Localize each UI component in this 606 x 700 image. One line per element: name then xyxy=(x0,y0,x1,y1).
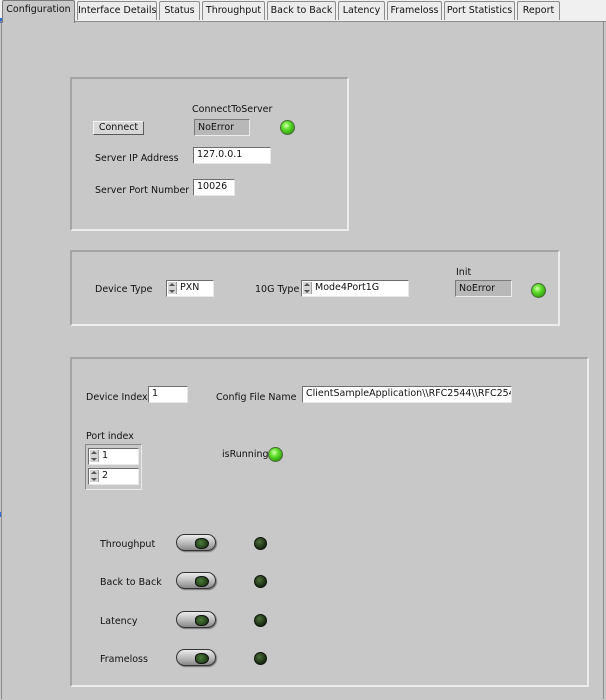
device-type-spinner-icon[interactable] xyxy=(168,282,177,294)
port-index-spinner-icon[interactable] xyxy=(90,470,99,482)
connect-status-led xyxy=(280,120,295,135)
device-type-value: PXN xyxy=(180,282,200,293)
config-file-label: Config File Name xyxy=(216,392,297,403)
device-panel: Device Type PXN 10G Type Mode4Port1G Ini… xyxy=(70,250,560,326)
port-index-spinner-icon[interactable] xyxy=(90,450,99,462)
connection-panel: ConnectToServer Connect NoError Server I… xyxy=(70,77,349,231)
connect-button[interactable]: Connect xyxy=(93,121,144,135)
toggle-knob-icon xyxy=(195,653,209,664)
init-caption: Init xyxy=(456,267,472,278)
init-status-led xyxy=(531,283,546,298)
port-index-element[interactable]: 1 xyxy=(88,448,139,465)
tab-report[interactable]: Report xyxy=(517,1,560,20)
10g-type-spinner-icon[interactable] xyxy=(303,282,312,294)
toggle-knob-icon xyxy=(195,615,209,626)
device-type-label: Device Type xyxy=(95,284,153,295)
test-panel: Device Index 1 Config File Name ClientSa… xyxy=(70,357,589,687)
frameloss-toggle[interactable] xyxy=(176,649,216,666)
tab-status[interactable]: Status xyxy=(159,1,200,20)
device-index-field[interactable]: 1 xyxy=(148,386,188,403)
throughput-led xyxy=(254,537,267,550)
tab-bar: Configuration Interface Details Status T… xyxy=(0,0,606,23)
tab-back-to-back[interactable]: Back to Back xyxy=(267,1,336,20)
back-to-back-label: Back to Back xyxy=(100,577,162,588)
tab-port-statistics[interactable]: Port Statistics xyxy=(444,1,515,20)
port-index-value: 2 xyxy=(102,470,109,481)
port-index-array: 1 2 xyxy=(85,444,142,490)
server-ip-label: Server IP Address xyxy=(95,153,179,164)
connect-status-caption: ConnectToServer xyxy=(192,104,273,115)
connect-status-indicator: NoError xyxy=(194,119,250,136)
back-to-back-toggle[interactable] xyxy=(176,572,216,589)
init-status-indicator: NoError xyxy=(455,280,512,297)
latency-toggle[interactable] xyxy=(176,611,216,628)
is-running-led xyxy=(268,447,283,462)
is-running-label: isRunning xyxy=(222,449,269,460)
tab-interface-details[interactable]: Interface Details xyxy=(77,1,157,20)
frameloss-label: Frameloss xyxy=(100,654,148,665)
device-index-label: Device Index xyxy=(86,392,148,403)
port-index-value: 1 xyxy=(102,450,109,461)
port-index-label: Port index xyxy=(86,431,134,442)
device-type-ring[interactable]: PXN xyxy=(166,280,214,297)
tab-divider xyxy=(0,21,606,22)
latency-label: Latency xyxy=(100,616,138,627)
server-port-field[interactable]: 10026 xyxy=(193,179,235,196)
back-to-back-led xyxy=(254,575,267,588)
tab-throughput[interactable]: Throughput xyxy=(202,1,265,20)
server-port-label: Server Port Number xyxy=(95,185,190,196)
10g-type-value: Mode4Port1G xyxy=(315,282,380,293)
tab-frameloss[interactable]: Frameloss xyxy=(387,1,442,20)
latency-led xyxy=(254,614,267,627)
frameloss-led xyxy=(254,652,267,665)
throughput-toggle[interactable] xyxy=(176,534,216,551)
server-ip-field[interactable]: 127.0.0.1 xyxy=(193,147,271,164)
throughput-label: Throughput xyxy=(100,539,156,550)
config-file-field[interactable]: ClientSampleApplication\\RFC2544\\RFC254… xyxy=(302,386,512,403)
10g-type-ring[interactable]: Mode4Port1G xyxy=(301,280,409,297)
toggle-knob-icon xyxy=(195,576,209,587)
toggle-knob-icon xyxy=(195,538,209,549)
tab-latency[interactable]: Latency xyxy=(338,1,385,20)
port-index-element[interactable]: 2 xyxy=(88,468,139,485)
tab-configuration[interactable]: Configuration xyxy=(2,0,75,23)
10g-type-label: 10G Type xyxy=(255,284,300,295)
